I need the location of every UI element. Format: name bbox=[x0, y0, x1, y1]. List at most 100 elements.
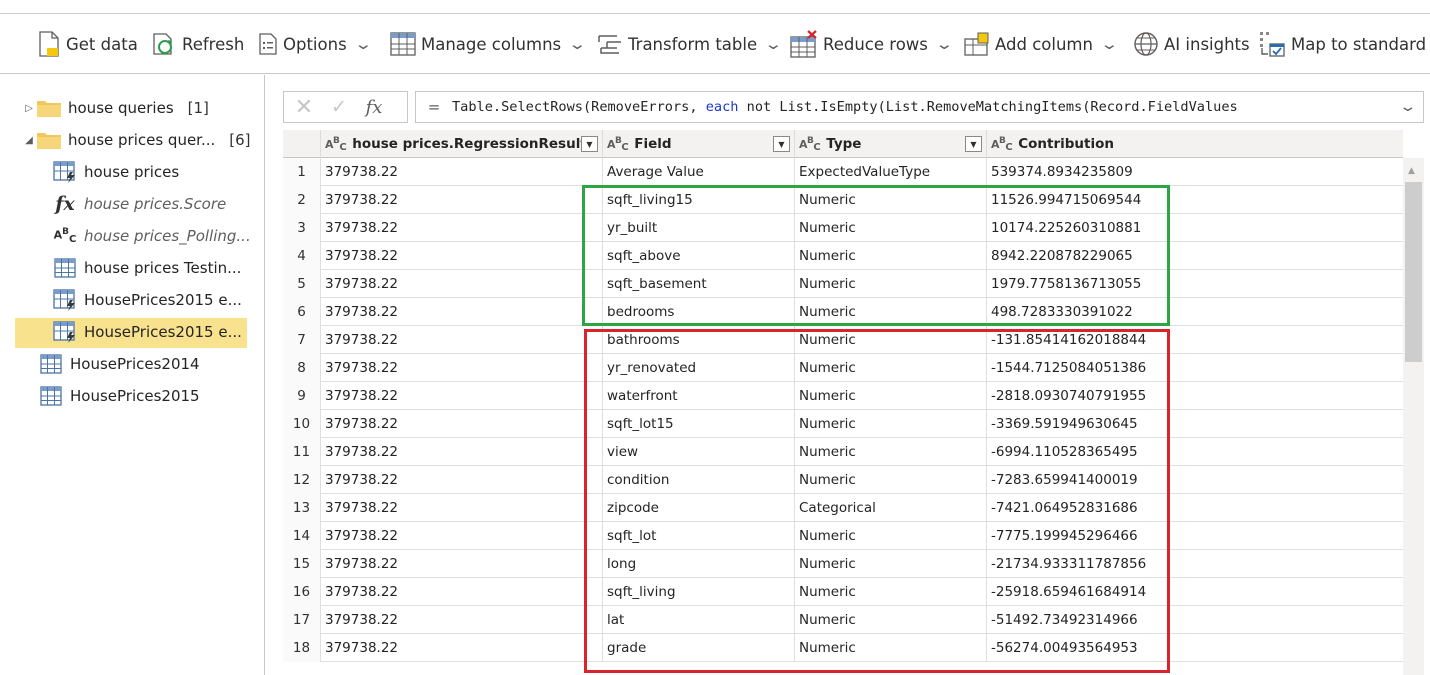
collapse-arrow-icon[interactable]: ◢ bbox=[22, 135, 36, 146]
table-row[interactable]: 18 379738.22 grade Numeric -56274.0049356495… bbox=[283, 634, 1403, 662]
table-row[interactable]: 9 379738.22 waterfront Numeric -2818.0930740… bbox=[283, 382, 1403, 410]
contribution-cell[interactable]: 10174.225260310881 bbox=[987, 214, 1403, 242]
type-cell[interactable]: Numeric bbox=[795, 550, 987, 578]
row-number[interactable]: 5 bbox=[283, 270, 321, 298]
table-row[interactable]: 10 379738.22 sqft_lot15 Numeric -3369.591949… bbox=[283, 410, 1403, 438]
query-item[interactable]: HousePrices2015 e... bbox=[52, 285, 242, 315]
type-cell[interactable]: Numeric bbox=[795, 242, 987, 270]
type-cell[interactable]: Numeric bbox=[795, 214, 987, 242]
field-cell[interactable]: zipcode bbox=[603, 494, 795, 522]
field-cell[interactable]: view bbox=[603, 438, 795, 466]
contribution-cell[interactable]: -1544.7125084051386 bbox=[987, 354, 1403, 382]
table-row[interactable]: 3 379738.22 yr_built Numeric 10174.225260310… bbox=[283, 214, 1403, 242]
table-row[interactable]: 2 379738.22 sqft_living15 Numeric 11526.9947… bbox=[283, 186, 1403, 214]
type-cell[interactable]: Numeric bbox=[795, 410, 987, 438]
regression-result-cell[interactable]: 379738.22 bbox=[321, 242, 603, 270]
regression-result-cell[interactable]: 379738.22 bbox=[321, 186, 603, 214]
type-cell[interactable]: Numeric bbox=[795, 466, 987, 494]
filter-dropdown-icon[interactable]: ▼ bbox=[965, 136, 982, 152]
query-item[interactable]: HousePrices2015 bbox=[38, 381, 200, 411]
regression-result-cell[interactable]: 379738.22 bbox=[321, 578, 603, 606]
cancel-icon[interactable]: ✕ bbox=[284, 95, 324, 120]
table-row[interactable]: 1 379738.22 Average Value ExpectedValueType… bbox=[283, 158, 1403, 186]
row-number[interactable]: 12 bbox=[283, 466, 321, 494]
regression-result-cell[interactable]: 379738.22 bbox=[321, 522, 603, 550]
query-item[interactable]: ABC house prices_Polling... bbox=[52, 221, 251, 251]
scrollbar-thumb[interactable] bbox=[1405, 182, 1422, 362]
contribution-cell[interactable]: -25918.659461684914 bbox=[987, 578, 1403, 606]
field-cell[interactable]: sqft_lot bbox=[603, 522, 795, 550]
row-number[interactable]: 15 bbox=[283, 550, 321, 578]
contribution-cell[interactable]: 498.7283330391022 bbox=[987, 298, 1403, 326]
type-cell[interactable]: Numeric bbox=[795, 186, 987, 214]
regression-result-cell[interactable]: 379738.22 bbox=[321, 550, 603, 578]
type-cell[interactable]: Numeric bbox=[795, 326, 987, 354]
row-number[interactable]: 16 bbox=[283, 578, 321, 606]
refresh-button[interactable]: Refresh bbox=[151, 14, 244, 74]
type-cell[interactable]: Numeric bbox=[795, 578, 987, 606]
table-row[interactable]: 14 379738.22 sqft_lot Numeric -7775.19994529… bbox=[283, 522, 1403, 550]
get-data-button[interactable]: Get data bbox=[37, 14, 138, 74]
query-group-house-prices-queries[interactable]: ◢ house prices quer... [6] bbox=[22, 125, 251, 155]
row-number[interactable]: 13 bbox=[283, 494, 321, 522]
query-item[interactable]: HousePrices2014 bbox=[38, 349, 200, 379]
column-header-regression-result[interactable]: ABC house prices.RegressionResult ▼ bbox=[321, 130, 603, 158]
filter-dropdown-icon[interactable]: ▼ bbox=[581, 136, 598, 152]
field-cell[interactable]: lat bbox=[603, 606, 795, 634]
transform-table-button[interactable]: Transform table ⌄ bbox=[597, 14, 783, 74]
table-row[interactable]: 15 379738.22 long Numeric -21734.93331178785… bbox=[283, 550, 1403, 578]
map-to-standard-button[interactable]: Map to standard bbox=[1258, 14, 1426, 74]
row-number[interactable]: 18 bbox=[283, 634, 321, 662]
regression-result-cell[interactable]: 379738.22 bbox=[321, 382, 603, 410]
query-item[interactable]: house prices bbox=[52, 157, 179, 187]
type-cell[interactable]: Categorical bbox=[795, 494, 987, 522]
row-number[interactable]: 2 bbox=[283, 186, 321, 214]
contribution-cell[interactable]: 11526.994715069544 bbox=[987, 186, 1403, 214]
regression-result-cell[interactable]: 379738.22 bbox=[321, 298, 603, 326]
regression-result-cell[interactable]: 379738.22 bbox=[321, 410, 603, 438]
vertical-scrollbar[interactable]: ▲ bbox=[1403, 158, 1424, 675]
query-group-house-queries[interactable]: ▷ house queries [1] bbox=[22, 93, 209, 123]
regression-result-cell[interactable]: 379738.22 bbox=[321, 606, 603, 634]
query-item[interactable]: HousePrices2015 e... bbox=[52, 317, 242, 347]
add-column-button[interactable]: Add column ⌄ bbox=[964, 14, 1119, 74]
field-cell[interactable]: long bbox=[603, 550, 795, 578]
regression-result-cell[interactable]: 379738.22 bbox=[321, 354, 603, 382]
manage-columns-button[interactable]: Manage columns ⌄ bbox=[390, 14, 587, 74]
row-number[interactable]: 9 bbox=[283, 382, 321, 410]
contribution-cell[interactable]: -56274.00493564953 bbox=[987, 634, 1403, 662]
scroll-up-icon[interactable]: ▲ bbox=[1408, 166, 1415, 176]
contribution-cell[interactable]: -3369.591949630645 bbox=[987, 410, 1403, 438]
field-cell[interactable]: sqft_living bbox=[603, 578, 795, 606]
table-row[interactable]: 6 379738.22 bedrooms Numeric 498.72833303910… bbox=[283, 298, 1403, 326]
row-number[interactable]: 11 bbox=[283, 438, 321, 466]
table-row[interactable]: 7 379738.22 bathrooms Numeric -131.854141620… bbox=[283, 326, 1403, 354]
column-header-type[interactable]: ABC Type ▼ bbox=[795, 130, 987, 158]
regression-result-cell[interactable]: 379738.22 bbox=[321, 634, 603, 662]
column-header-field[interactable]: ABC Field ▼ bbox=[603, 130, 795, 158]
field-cell[interactable]: waterfront bbox=[603, 382, 795, 410]
regression-result-cell[interactable]: 379738.22 bbox=[321, 270, 603, 298]
contribution-cell[interactable]: 8942.220878229065 bbox=[987, 242, 1403, 270]
row-number[interactable]: 8 bbox=[283, 354, 321, 382]
table-row[interactable]: 8 379738.22 yr_renovated Numeric -1544.71250… bbox=[283, 354, 1403, 382]
contribution-cell[interactable]: -6994.110528365495 bbox=[987, 438, 1403, 466]
query-item[interactable]: fx house prices.Score bbox=[52, 189, 226, 219]
contribution-cell[interactable]: -7283.659941400019 bbox=[987, 466, 1403, 494]
table-row[interactable]: 16 379738.22 sqft_living Numeric -25918.6594… bbox=[283, 578, 1403, 606]
type-cell[interactable]: Numeric bbox=[795, 634, 987, 662]
table-row[interactable]: 11 379738.22 view Numeric -6994.110528365495 bbox=[283, 438, 1403, 466]
field-cell[interactable]: yr_renovated bbox=[603, 354, 795, 382]
contribution-cell[interactable]: -51492.73492314966 bbox=[987, 606, 1403, 634]
check-icon[interactable]: ✓ bbox=[324, 96, 354, 118]
contribution-cell[interactable]: -2818.0930740791955 bbox=[987, 382, 1403, 410]
regression-result-cell[interactable]: 379738.22 bbox=[321, 326, 603, 354]
contribution-cell[interactable]: 539374.8934235809 bbox=[987, 158, 1403, 186]
field-cell[interactable]: sqft_basement bbox=[603, 270, 795, 298]
formula-input[interactable]: = Table.SelectRows(RemoveErrors, each no… bbox=[415, 91, 1424, 123]
contribution-cell[interactable]: -7775.199945296466 bbox=[987, 522, 1403, 550]
type-cell[interactable]: Numeric bbox=[795, 438, 987, 466]
regression-result-cell[interactable]: 379738.22 bbox=[321, 466, 603, 494]
expand-arrow-icon[interactable]: ▷ bbox=[22, 103, 36, 114]
table-row[interactable]: 4 379738.22 sqft_above Numeric 8942.22087822… bbox=[283, 242, 1403, 270]
